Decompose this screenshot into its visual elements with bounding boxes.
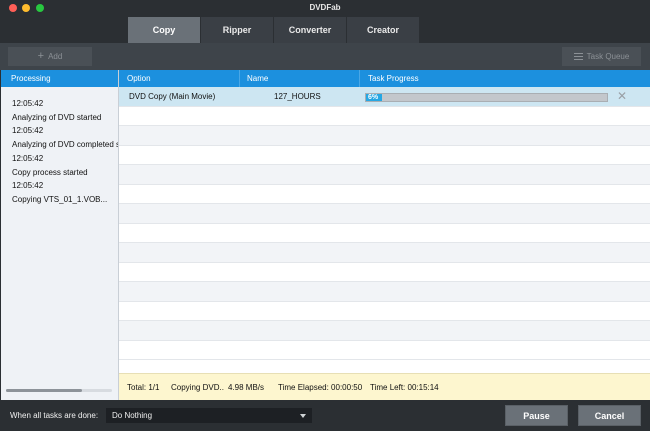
status-total: Total: 1/1	[127, 383, 160, 392]
log-line: Analyzing of DVD started	[12, 112, 102, 122]
log-line: Analyzing of DVD completed s	[12, 140, 118, 150]
log-line: 12:05:42	[12, 126, 44, 136]
table-row	[119, 146, 650, 165]
task-queue-label: Task Queue	[586, 52, 630, 61]
tab-ripper[interactable]: Ripper	[200, 17, 273, 43]
task-name: 127_HOURS	[274, 92, 321, 101]
task-table-header: Option Name Task Progress	[119, 70, 650, 87]
status-speed: 4.98 MB/s	[228, 383, 265, 392]
status-action: Copying DVD..	[171, 383, 224, 392]
column-option: Option	[127, 74, 151, 83]
add-button[interactable]: + Add	[8, 47, 92, 66]
log-line: Copying VTS_01_1.VOB...	[12, 194, 108, 204]
table-row	[119, 185, 650, 204]
processing-log: 12:05:42 Analyzing of DVD started 12:05:…	[1, 87, 118, 207]
log-line: Copy process started	[12, 167, 88, 177]
table-row	[119, 243, 650, 263]
remove-task-icon[interactable]: ✕	[617, 90, 627, 102]
cancel-button[interactable]: Cancel	[578, 405, 641, 426]
module-tabs: Copy Ripper Converter Creator	[127, 17, 419, 43]
status-time-left: Time Left: 00:15:14	[370, 383, 439, 392]
table-row	[119, 107, 650, 126]
task-progress-text: 6%	[368, 94, 379, 101]
task-progress-fill: 6%	[366, 94, 382, 101]
when-done-value: Do Nothing	[112, 411, 153, 420]
pause-button[interactable]: Pause	[505, 405, 568, 426]
table-row	[119, 341, 650, 360]
column-task-progress: Task Progress	[368, 74, 419, 83]
window-title: DVDFab	[309, 3, 341, 12]
task-queue-button[interactable]: Task Queue	[562, 47, 641, 66]
processing-header: Processing	[1, 70, 118, 87]
title-bar: DVDFab	[0, 0, 650, 16]
bottom-bar: When all tasks are done: Do Nothing Paus…	[0, 400, 650, 431]
list-icon	[573, 52, 583, 61]
when-done-label: When all tasks are done:	[10, 411, 99, 420]
tab-creator[interactable]: Creator	[346, 17, 419, 43]
log-scrollbar[interactable]	[6, 389, 112, 392]
when-done-select[interactable]: Do Nothing	[106, 408, 312, 423]
table-row	[119, 165, 650, 185]
chevron-down-icon	[300, 414, 306, 418]
processing-panel: Processing 12:05:42 Analyzing of DVD sta…	[1, 70, 119, 400]
log-scrollbar-thumb[interactable]	[6, 389, 82, 392]
table-row	[119, 282, 650, 302]
table-row	[119, 263, 650, 282]
plus-icon: +	[37, 50, 45, 62]
column-name: Name	[247, 74, 269, 83]
column-divider	[239, 70, 240, 87]
status-elapsed: Time Elapsed: 00:00:50	[278, 383, 363, 392]
table-row	[119, 204, 650, 224]
status-bar: Total: 1/1 Copying DVD.. 4.98 MB/s Time …	[119, 373, 650, 400]
table-row	[119, 224, 650, 243]
table-row	[119, 302, 650, 321]
table-row	[119, 321, 650, 341]
tab-copy[interactable]: Copy	[127, 17, 200, 43]
log-line: 12:05:42	[12, 99, 44, 108]
table-row[interactable]: DVD Copy (Main Movie) 127_HOURS 6% ✕	[119, 87, 650, 107]
task-table-body: DVD Copy (Main Movie) 127_HOURS 6% ✕	[119, 87, 650, 373]
column-divider	[359, 70, 360, 87]
table-row	[119, 126, 650, 146]
tab-converter[interactable]: Converter	[273, 17, 346, 43]
log-line: 12:05:42	[12, 181, 44, 191]
log-line: 12:05:42	[12, 153, 44, 163]
toolbar: + Add Task Queue	[0, 43, 650, 70]
add-button-label: Add	[48, 52, 63, 61]
task-progress-bar: 6%	[365, 93, 608, 102]
task-option: DVD Copy (Main Movie)	[129, 92, 216, 101]
task-panel: Option Name Task Progress DVD Copy (Main…	[119, 70, 650, 400]
app-window: DVDFab Copy Ripper Converter Creator + A…	[0, 0, 650, 431]
